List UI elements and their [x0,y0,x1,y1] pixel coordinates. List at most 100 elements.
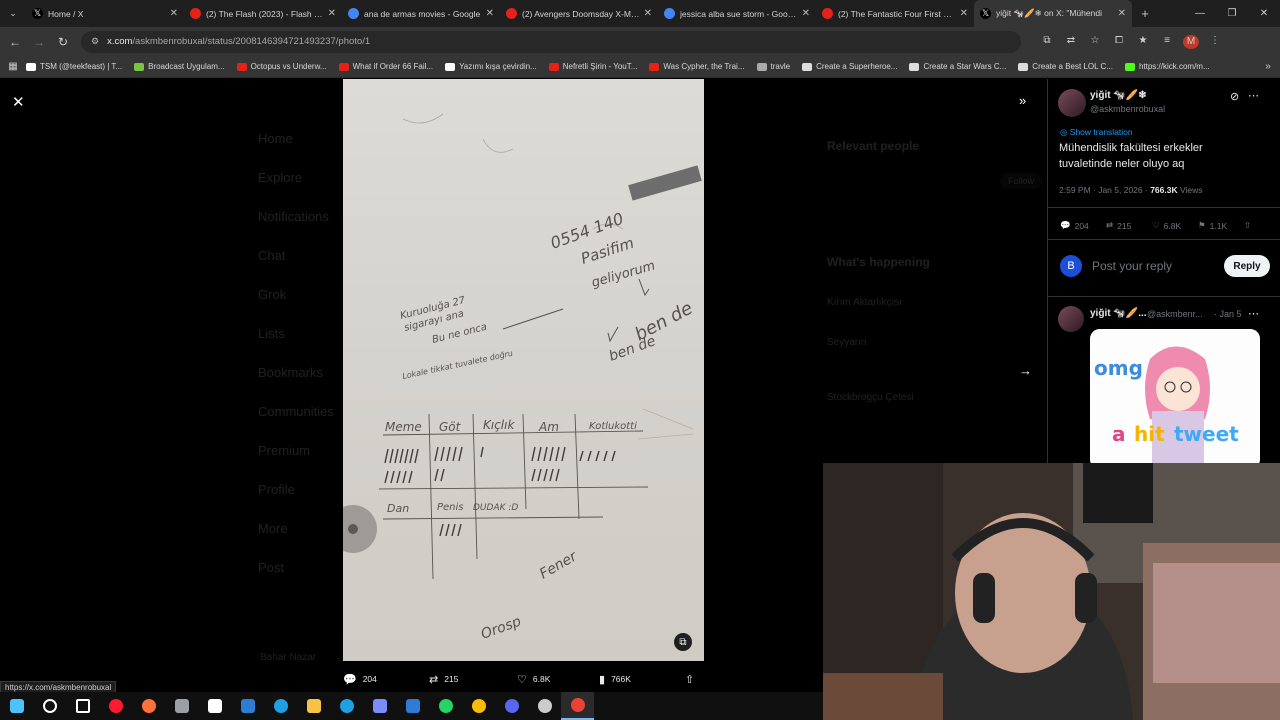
new-tab-button[interactable]: + [1132,6,1158,21]
browser-tab[interactable]: (2) The Flash (2023) - Flash Save ✕ [184,0,342,27]
chrome-active-icon[interactable] [561,692,594,720]
reply-date[interactable]: · Jan 5 [1214,309,1242,319]
whatsapp-icon[interactable] [429,692,462,720]
bookmark-item[interactable]: Nefretli Şirin - YouT... [548,62,637,71]
bookmark-item[interactable]: Octopus vs Underw... [236,62,327,71]
star-icon[interactable]: ☆ [1087,35,1103,49]
more-options-icon[interactable]: ⋯ [1248,89,1259,102]
media-icon[interactable]: ≡ [1159,35,1175,49]
chrome-icon[interactable] [462,692,495,720]
stat-reposts[interactable]: ⇄ 215 [1106,220,1152,231]
tab-close-icon[interactable]: ✕ [328,8,336,19]
tab-close-icon[interactable]: ✕ [1118,8,1126,19]
grok-icon[interactable]: ⊘ [1230,90,1239,103]
tab-search-icon[interactable]: ⌄ [0,0,26,27]
site-info-icon[interactable]: ⚙ [91,36,99,47]
photo-options-icon[interactable]: ⧉ [674,633,692,651]
app2-icon[interactable] [231,692,264,720]
stat-replies[interactable]: 💬 204 [1060,220,1106,231]
bookmark-item[interactable]: Create a Best LOL C... [1018,62,1113,71]
windows-icon[interactable] [0,692,33,720]
apps-icon[interactable]: ▦ [0,61,26,72]
edge-icon[interactable] [264,692,297,720]
app-icon[interactable] [165,692,198,720]
close-window-icon[interactable]: ✕ [1248,8,1280,19]
browser-tab[interactable]: ana de armas movies - Google ✕ [342,0,500,27]
author-name[interactable]: yiğit 🐄🥖❄ [1090,90,1147,101]
store-icon[interactable] [198,692,231,720]
opera-icon[interactable] [99,692,132,720]
views-action[interactable]: ▮ 766K [599,673,685,686]
bookmark-item[interactable]: Broadcast Uygulam... [134,62,225,71]
bookmark-item[interactable]: TSM (@teekfeast) | T... [26,62,122,71]
reply-gif[interactable]: omg a hit tweet [1090,329,1260,469]
row2-dan: Dan [387,502,409,515]
install-icon[interactable]: ⧉ [1039,35,1055,49]
restore-icon[interactable]: ❐ [1216,8,1248,19]
mail-icon[interactable] [396,692,429,720]
discord-icon[interactable] [495,692,528,720]
bookmark-item[interactable]: travle [756,62,790,71]
favorites-icon[interactable]: ★ [1135,35,1151,49]
like-action[interactable]: ♡ 6.8K [517,673,599,686]
reply-action[interactable]: 💬 204 [343,673,429,686]
bookmark-favicon-icon [134,62,145,71]
next-photo-icon[interactable]: → [1019,363,1032,378]
stat-bookmarks[interactable]: ⚑ 1.1K [1198,220,1244,231]
bookmark-item[interactable]: Was Cypher, the Trai... [649,62,745,71]
extensions-icon[interactable]: ⧠ [1111,35,1127,49]
task-view-icon[interactable] [66,692,99,720]
google-icon [348,8,359,19]
stat-reply-count: 204 [1074,220,1089,231]
bookmark-item[interactable]: Yazımı kışa çevirdin... [445,62,537,71]
reply-author-avatar[interactable] [1058,306,1084,332]
reply-more-icon[interactable]: ⋯ [1248,307,1259,320]
close-viewer-icon[interactable]: ✕ [12,93,25,111]
search-icon[interactable] [33,692,66,720]
reload-icon[interactable]: ↻ [51,35,75,49]
bookmark-item[interactable]: Create a Star Wars C... [909,62,1006,71]
minimize-icon[interactable]: — [1184,8,1216,19]
browser-tab[interactable]: 𝕏yiğit 🐄🥖❄ on X: "Mühendi ✕ [974,0,1132,27]
repost-action[interactable]: ⇄ 215 [429,673,517,686]
tweet-time[interactable]: 2:59 PM · Jan 5, 2026 · [1059,185,1148,195]
tab-close-icon[interactable]: ✕ [960,8,968,19]
firefox-icon[interactable] [132,692,165,720]
browser-tab[interactable]: (2) The Fantastic Four First Step ✕ [816,0,974,27]
tab-close-icon[interactable]: ✕ [802,8,810,19]
address-bar[interactable]: ⚙ x.com/askmbenrobuxal/status/2008146394… [81,30,1021,53]
translate-icon[interactable]: ⇄ [1063,35,1079,49]
stat-likes[interactable]: ♡ 6.8K [1152,220,1198,231]
reply-button[interactable]: Reply [1224,255,1270,277]
tweet-views: 766.3K [1150,185,1178,195]
explorer-icon[interactable] [297,692,330,720]
dim-nav-item: Post [258,560,285,575]
menu-icon[interactable]: ⋮ [1207,35,1223,49]
show-translation-link[interactable]: ◎ Show translation [1060,127,1133,138]
forward-icon[interactable]: → [27,35,51,49]
reply-author-handle[interactable]: @askmbenr... [1147,309,1203,319]
browser-tab[interactable]: jessica alba sue storm - Google ✕ [658,0,816,27]
edge-dev-icon[interactable] [330,692,363,720]
profile-avatar[interactable]: M [1183,34,1199,49]
app3-icon[interactable] [363,692,396,720]
browser-tab[interactable]: (2) Avengers Doomsday X-Men ✕ [500,0,658,27]
back-icon[interactable]: ← [3,35,27,49]
obs-icon[interactable] [528,692,561,720]
bookmark-item[interactable]: https://kick.com/m... [1124,62,1210,71]
tab-close-icon[interactable]: ✕ [170,8,178,19]
browser-tab[interactable]: 𝕏 Home / X ✕ [26,0,184,27]
reply-author-name[interactable]: yiğit 🐄🥖... [1090,308,1147,319]
bookmark-item[interactable]: Create a Superheroe... [802,62,897,71]
author-avatar[interactable] [1058,89,1086,117]
more-bookmarks-icon[interactable]: » [1256,61,1280,72]
author-handle[interactable]: @askmbenrobuxal [1090,104,1165,114]
stat-share[interactable]: ⇧ [1244,220,1251,231]
tab-close-icon[interactable]: ✕ [644,8,652,19]
expand-panel-icon[interactable]: » [1019,93,1026,108]
tweet-photo[interactable]: 0554 140 Pasifim geliyorum ben de ben de… [343,79,704,661]
tab-close-icon[interactable]: ✕ [486,8,494,19]
bookmark-item[interactable]: What if Order 66 Fail... [338,62,433,71]
share-action[interactable]: ⇧ [685,673,700,686]
reply-input[interactable]: Post your reply [1092,259,1224,273]
